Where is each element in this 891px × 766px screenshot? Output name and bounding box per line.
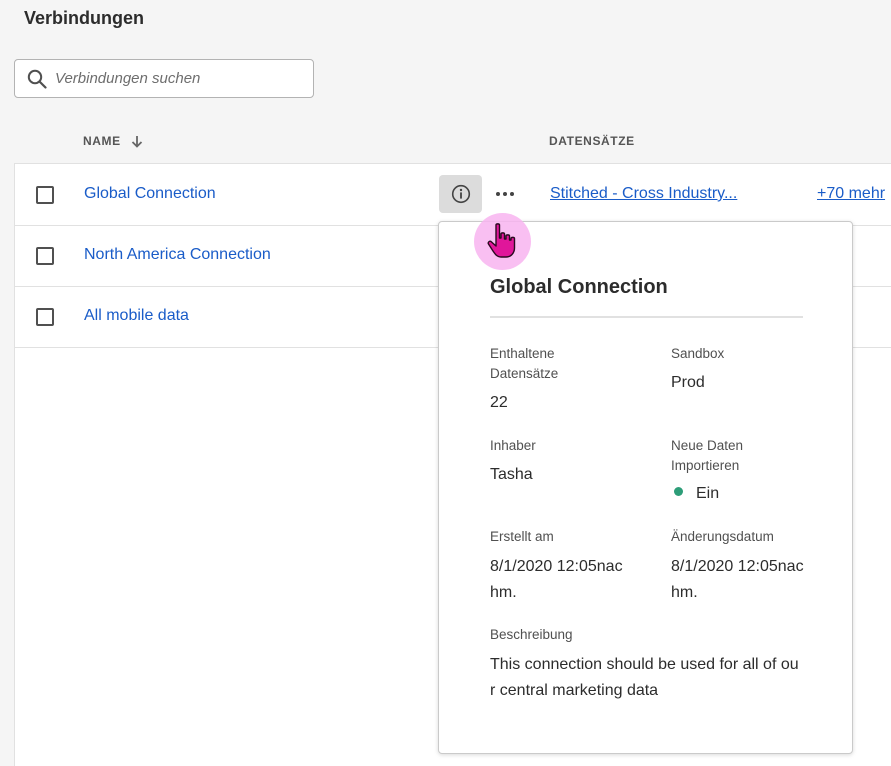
- modified-value-line-2: hm.: [671, 584, 698, 601]
- created-value: 8/1/2020 12:05nac hm.: [490, 554, 623, 606]
- arrow-down-icon: [131, 135, 142, 148]
- created-value-line-1: 8/1/2020 12:05nac: [490, 558, 623, 575]
- popover-title: Global Connection: [490, 276, 668, 298]
- info-icon: [451, 184, 470, 204]
- search-input[interactable]: [55, 70, 285, 87]
- status-dot-icon: [674, 487, 683, 496]
- connection-info-popover: Global Connection Enthaltene Datensätze …: [438, 221, 853, 754]
- connection-name-link[interactable]: North America Connection: [84, 246, 271, 264]
- more-datasets-link[interactable]: +70 mehr: [817, 185, 885, 203]
- owner-value: Tasha: [490, 466, 533, 483]
- hand-pointer-icon: [487, 223, 516, 258]
- row-checkbox[interactable]: [36, 186, 54, 204]
- owner-label: Inhaber: [490, 438, 536, 453]
- column-header-datasets: DATENSÄTZE: [549, 134, 635, 148]
- import-status: Ein: [674, 481, 719, 507]
- datasets-label: Enthaltene Datensätze: [490, 344, 558, 384]
- connection-name-link[interactable]: All mobile data: [84, 307, 189, 325]
- dataset-link[interactable]: Stitched - Cross Industry...: [550, 185, 737, 203]
- sandbox-label: Sandbox: [671, 346, 725, 361]
- datasets-label-line-1: Enthaltene: [490, 346, 555, 361]
- search-icon: [27, 69, 47, 89]
- info-button[interactable]: [439, 175, 482, 213]
- table-row[interactable]: Global Connection Stitched - Cross Indus…: [15, 164, 891, 226]
- created-value-line-2: hm.: [490, 584, 517, 601]
- datasets-label-line-2: Datensätze: [490, 366, 559, 381]
- modified-label: Änderungsdatum: [671, 529, 774, 544]
- row-checkbox[interactable]: [36, 247, 54, 265]
- search-field[interactable]: [14, 59, 314, 98]
- column-header-name[interactable]: NAME: [83, 134, 143, 148]
- column-header-name-label: NAME: [83, 134, 121, 148]
- row-checkbox[interactable]: [36, 308, 54, 326]
- more-horizontal-icon: [496, 192, 514, 196]
- import-label-line-1: Neue Daten: [671, 438, 744, 453]
- connection-name-link[interactable]: Global Connection: [84, 185, 216, 203]
- sandbox-value: Prod: [671, 374, 705, 391]
- description-label: Beschreibung: [490, 627, 573, 642]
- datasets-value: 22: [490, 394, 508, 411]
- description-value-line-2: r central marketing data: [490, 682, 659, 699]
- modified-value: 8/1/2020 12:05nac hm.: [671, 554, 804, 606]
- page-title: Verbindungen: [24, 8, 145, 28]
- popover-divider: [490, 316, 803, 318]
- more-actions-button[interactable]: [491, 180, 519, 208]
- description-value-line-1: This connection should be used for all o…: [490, 656, 799, 673]
- description-value: This connection should be used for all o…: [490, 652, 799, 704]
- import-value: Ein: [696, 485, 720, 502]
- modified-value-line-1: 8/1/2020 12:05nac: [671, 558, 804, 575]
- created-label: Erstellt am: [490, 529, 554, 544]
- import-label: Neue Daten Importieren: [671, 436, 743, 476]
- column-header-datasets-label: DATENSÄTZE: [549, 134, 635, 148]
- import-label-line-2: Importieren: [671, 458, 740, 473]
